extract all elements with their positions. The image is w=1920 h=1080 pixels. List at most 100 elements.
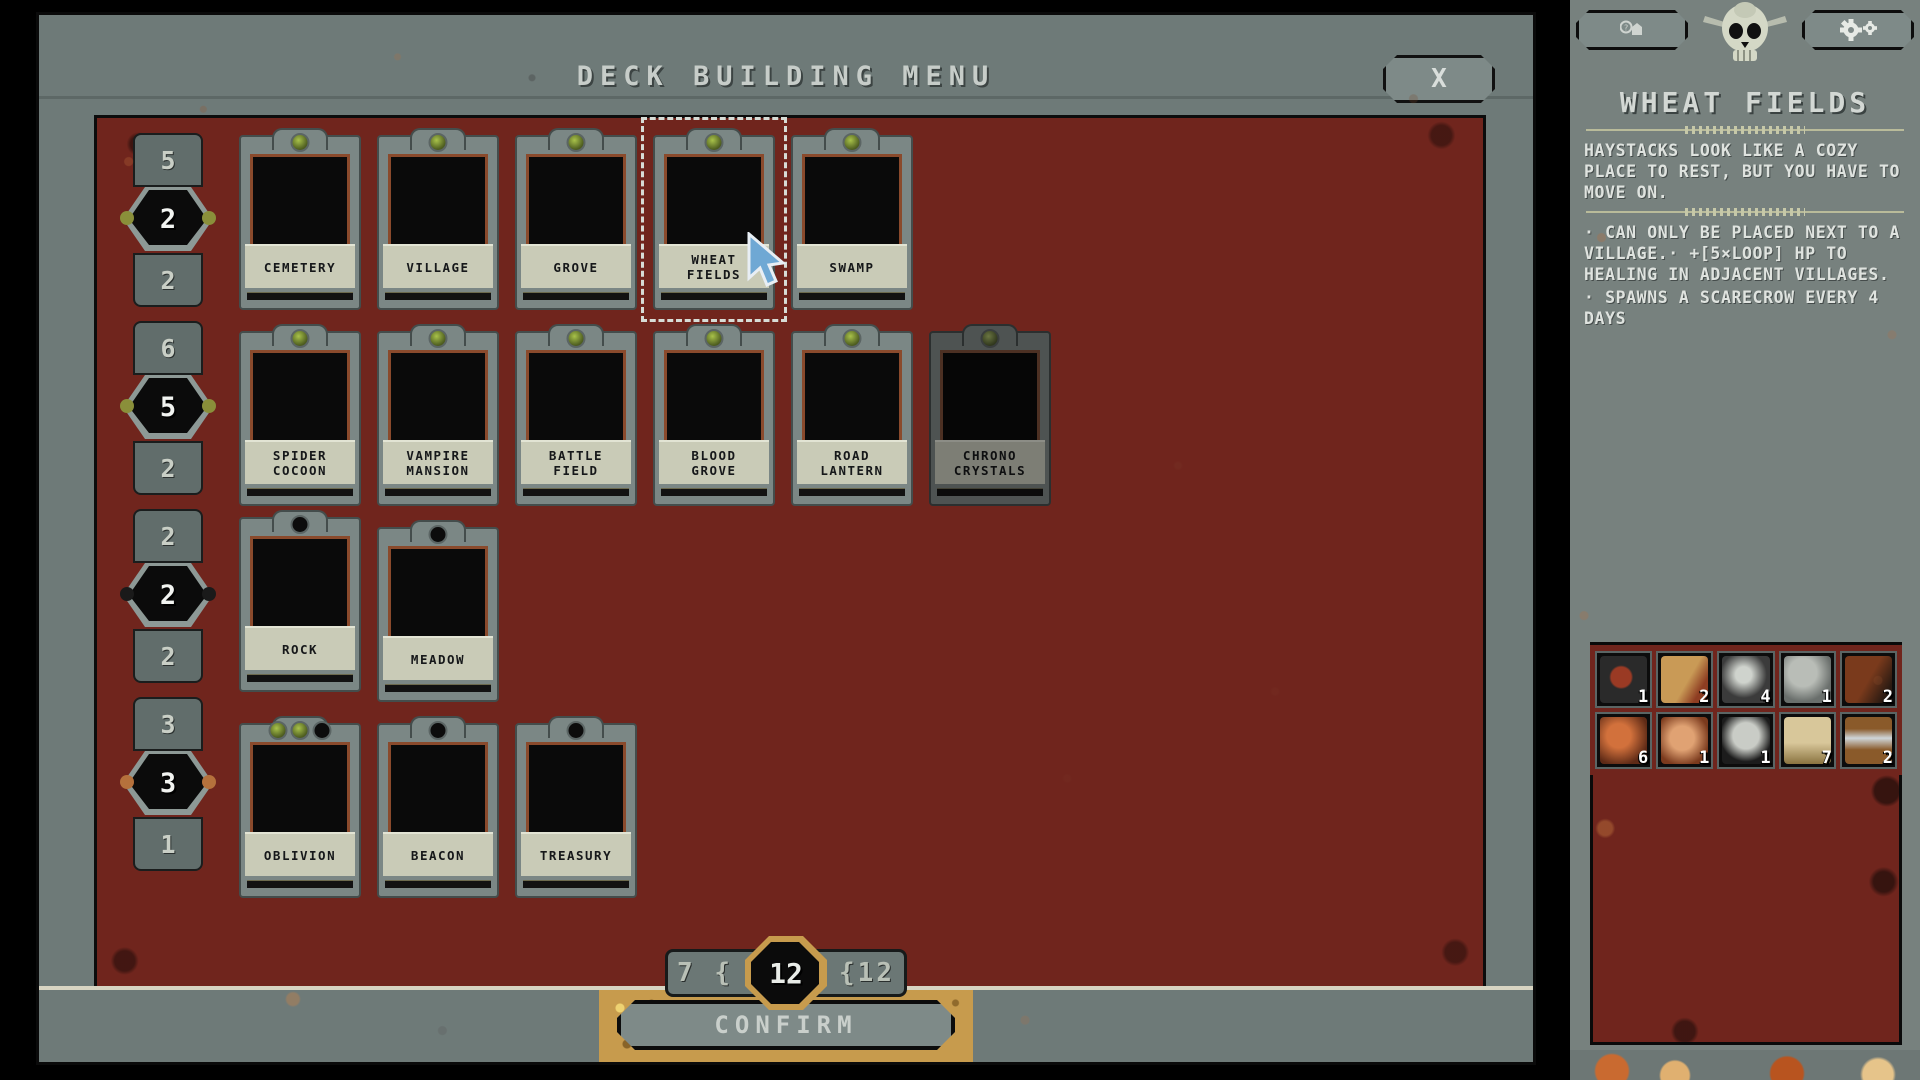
card-chrono-crystals[interactable]: CHRONO CRYSTALS xyxy=(929,324,1051,506)
card-name-line: MANSION xyxy=(406,463,470,478)
inventory-slot-3[interactable]: 1 xyxy=(1778,651,1836,709)
card-grove[interactable]: GROVE xyxy=(515,128,637,310)
rail-gem[interactable]: 3 xyxy=(120,747,216,819)
card-road-lantern[interactable]: ROAD LANTERN xyxy=(791,324,913,506)
rail-top-value: 3 xyxy=(133,697,203,751)
card-name: CHRONO CRYSTALS xyxy=(935,440,1045,484)
inventory-quantity: 1 xyxy=(1821,687,1832,708)
card-vampire-mansion[interactable]: VAMPIRE MANSION xyxy=(377,324,499,506)
card-base xyxy=(247,674,353,682)
card-gems xyxy=(566,721,586,740)
card-name: WHEAT FIELDS xyxy=(659,244,769,288)
card-base xyxy=(247,880,353,888)
card-base xyxy=(937,488,1043,496)
inventory-slot-7[interactable]: 1 xyxy=(1717,712,1775,770)
inventory-slot-8[interactable]: 7 xyxy=(1778,712,1836,770)
svg-text:?: ? xyxy=(1624,24,1629,33)
card-name-line: VAMPIRE xyxy=(406,448,470,463)
deck-counter-right: {12 xyxy=(815,949,907,997)
inventory-grid: 1 2 4 1 2 6 1 1 7 2 xyxy=(1590,642,1902,776)
card-rock[interactable]: ROCK xyxy=(239,510,361,692)
inventory-slot-4[interactable]: 2 xyxy=(1839,651,1898,709)
card-gem-slot xyxy=(290,721,310,740)
card-base xyxy=(385,684,491,692)
divider-mid xyxy=(1586,208,1904,216)
rail-top-value: 5 xyxy=(133,133,203,187)
card-gem-slot xyxy=(566,329,586,348)
page-title: DECK BUILDING MENU xyxy=(576,61,996,92)
hud-bar: ? xyxy=(1570,0,1920,61)
card-gem-slot xyxy=(312,721,332,740)
card-gem-slot xyxy=(428,525,448,544)
card-name: BEACON xyxy=(383,832,493,876)
card-row-1: SPIDER COCOON VAMPIRE MANSION BATTLE FIELD … xyxy=(239,324,1513,506)
card-gem-slot xyxy=(268,721,288,740)
card-base xyxy=(247,488,353,496)
card-grid: CEMETERY VILLAGE GROVE WHEAT FIELDS SWAMP xyxy=(239,117,1513,919)
card-base xyxy=(661,292,767,300)
rail-top-value: 2 xyxy=(133,509,203,563)
card-name: MEADOW xyxy=(383,636,493,680)
deck-counter-left: 7 { xyxy=(665,949,757,997)
inventory-slot-6[interactable]: 1 xyxy=(1656,712,1714,770)
effect-item-1: SPAWNS A SCARECROW EVERY 4 DAYS xyxy=(1584,287,1910,329)
settings-button[interactable] xyxy=(1802,10,1914,50)
close-button[interactable]: X xyxy=(1383,55,1495,103)
card-base xyxy=(799,488,905,496)
gear-icon xyxy=(1836,18,1880,42)
rail-gem[interactable]: 2 xyxy=(120,183,216,255)
card-gems xyxy=(980,329,1000,348)
card-battle-field[interactable]: BATTLE FIELD xyxy=(515,324,637,506)
card-row-0: CEMETERY VILLAGE GROVE WHEAT FIELDS SWAMP xyxy=(239,117,1513,322)
divider-ornament xyxy=(1685,208,1805,216)
card-beacon[interactable]: BEACON xyxy=(377,716,499,898)
card-name-line: ROCK xyxy=(281,641,319,657)
rail-gem-value: 2 xyxy=(159,203,177,235)
card-name: BLOOD GROVE xyxy=(659,440,769,484)
rail-group-0: 5 2 2 xyxy=(120,133,216,307)
inventory-quantity: 1 xyxy=(1760,748,1771,769)
card-gem-slot xyxy=(566,721,586,740)
card-gem-slot xyxy=(842,329,862,348)
card-treasury[interactable]: TREASURY xyxy=(515,716,637,898)
card-name: ROAD LANTERN xyxy=(797,440,907,484)
inventory-quantity: 6 xyxy=(1637,748,1649,769)
resource-rail: 5 2 2 6 2 5 2 2 2 3 1 3 xyxy=(120,133,216,893)
card-gem-slot xyxy=(290,133,310,152)
rail-bottom-value: 1 xyxy=(133,817,203,871)
card-gem-slot xyxy=(428,329,448,348)
inventory-slot-9[interactable]: 2 xyxy=(1839,712,1898,770)
help-building-button[interactable]: ? xyxy=(1576,10,1688,50)
card-blood-grove[interactable]: BLOOD GROVE xyxy=(653,324,775,506)
close-icon: X xyxy=(1431,64,1447,94)
deck-building-window: DECK BUILDING MENU X 5 2 2 6 2 5 2 2 2 3… xyxy=(36,12,1536,1065)
card-wheat-fields[interactable]: WHEAT FIELDS xyxy=(641,117,787,322)
card-oblivion[interactable]: OBLIVION xyxy=(239,716,361,898)
card-meadow[interactable]: MEADOW xyxy=(377,520,499,702)
card-village[interactable]: VILLAGE xyxy=(377,128,499,310)
card-spider-cocoon[interactable]: SPIDER COCOON xyxy=(239,324,361,506)
card-gems xyxy=(290,133,310,152)
rail-gem[interactable]: 2 xyxy=(120,559,216,631)
divider-ornament xyxy=(1685,126,1805,134)
inventory-slot-1[interactable]: 2 xyxy=(1656,651,1714,709)
card-base xyxy=(799,292,905,300)
card-cemetery[interactable]: CEMETERY xyxy=(239,128,361,310)
card-swamp[interactable]: SWAMP xyxy=(791,128,913,310)
card-name-line: TREASURY xyxy=(539,847,613,863)
card-name-line: ROAD xyxy=(833,448,871,463)
inventory-slot-0[interactable]: 1 xyxy=(1595,651,1653,709)
inventory-quantity: 2 xyxy=(1882,687,1894,708)
inventory-quantity: 1 xyxy=(1637,687,1649,708)
inventory-slot-5[interactable]: 6 xyxy=(1595,712,1653,770)
card-name-line: BATTLE xyxy=(548,448,604,463)
card-name: CEMETERY xyxy=(245,244,355,288)
help-building-icon: ? xyxy=(1620,19,1644,41)
info-sidebar: ? WHEAT FIELDS HAYSTACKS LOOK LIKE A COZ… xyxy=(1570,0,1920,1080)
rail-group-3: 3 1 3 xyxy=(120,697,216,871)
card-name-line: LANTERN xyxy=(820,463,884,478)
rail-gem[interactable]: 5 xyxy=(120,371,216,443)
effect-item-0: CAN ONLY BE PLACED NEXT TO A VILLAGE.· +… xyxy=(1584,222,1910,285)
card-gem-slot xyxy=(428,721,448,740)
inventory-slot-2[interactable]: 4 xyxy=(1717,651,1775,709)
